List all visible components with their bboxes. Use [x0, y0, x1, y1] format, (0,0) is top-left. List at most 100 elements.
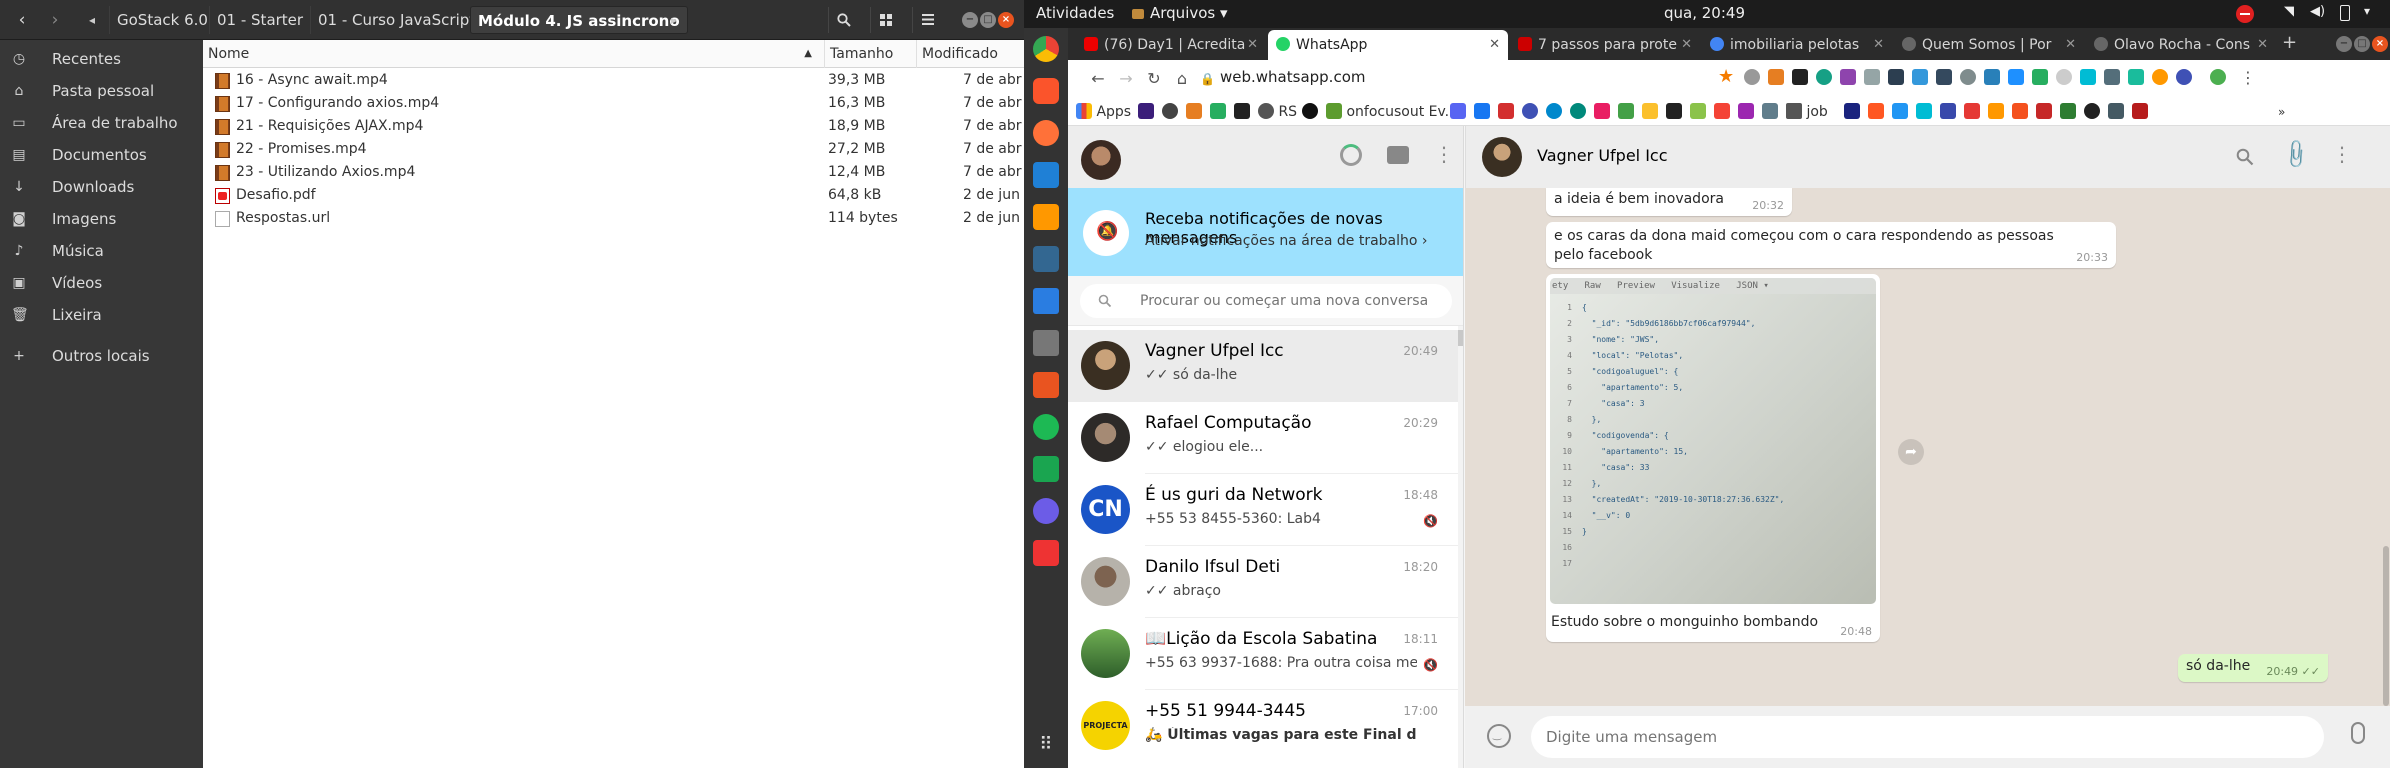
bookmark-item[interactable] [1940, 103, 1956, 121]
bookmark-item[interactable] [1186, 103, 1202, 121]
activities-button[interactable]: Atividades [1036, 4, 1114, 22]
bookmark-item[interactable] [1546, 103, 1562, 121]
address-bar[interactable]: web.whatsapp.com [1220, 68, 1366, 86]
file-row[interactable]: 23 - Utilizando Axios.mp4 12,4 MB 7 de abr [203, 161, 1024, 184]
home-icon[interactable]: ⌂ [1170, 67, 1194, 91]
extension-icon[interactable] [1984, 69, 2000, 85]
battery-icon[interactable] [2340, 5, 2350, 21]
rocket-icon[interactable] [1033, 456, 1059, 482]
search-button[interactable] [828, 7, 858, 33]
column-header-modified[interactable]: Modificado [917, 40, 1024, 68]
sidebar-item-documentos[interactable]: ▤ Documentos [0, 139, 203, 171]
bookmark-item[interactable] [1162, 103, 1178, 121]
status-icon[interactable] [1340, 144, 1362, 166]
extension-icon[interactable] [1840, 69, 1856, 85]
file-row[interactable]: 16 - Async await.mp4 39,3 MB 7 de abr [203, 69, 1024, 92]
browser-maximize-button[interactable]: □ [2354, 36, 2370, 52]
bookmark-onfocusout[interactable]: onfocusout Ev... [1326, 103, 1458, 121]
chrome-icon[interactable] [1033, 36, 1059, 62]
extension-icon[interactable] [1960, 69, 1976, 85]
menu-button[interactable] [912, 7, 942, 33]
my-avatar[interactable] [1081, 140, 1121, 180]
bookmark-item[interactable] [1498, 103, 1514, 121]
minimize-button[interactable]: − [962, 12, 978, 28]
spotify-icon[interactable] [1033, 414, 1059, 440]
volume-icon[interactable]: ◀) [2310, 4, 2325, 19]
bookmark-item[interactable] [1234, 103, 1250, 121]
sidebar-item-pasta-pessoal[interactable]: ⌂ Pasta pessoal [0, 75, 203, 107]
bookmark-item[interactable] [1302, 103, 1318, 121]
contact-name[interactable]: Vagner Ufpel Icc [1537, 146, 1668, 165]
browser-menu-icon[interactable]: ⋮ [2240, 68, 2256, 87]
maximize-button[interactable]: □ [980, 12, 996, 28]
close-tab-icon[interactable]: ✕ [1681, 30, 1692, 60]
search-icon[interactable] [2236, 148, 2254, 166]
file-row[interactable]: Respostas.url 114 bytes 2 de jun [203, 207, 1024, 230]
contact-avatar[interactable] [1482, 137, 1522, 177]
software-icon[interactable] [1033, 372, 1059, 398]
app-icon[interactable] [1033, 540, 1059, 566]
chat-item-rafael[interactable]: Rafael Computação 20:29 ✓✓ elogiou ele..… [1068, 402, 1458, 474]
breadcrumb-curso-javascript[interactable]: 01 - Curso JavaScript [310, 6, 482, 34]
close-button[interactable]: × [998, 12, 1014, 28]
bookmark-item[interactable] [1210, 103, 1226, 121]
breadcrumb-gostack[interactable]: GoStack 6.0 [109, 6, 215, 34]
bookmark-item[interactable] [1594, 103, 1610, 121]
file-row[interactable]: 21 - Requisições AJAX.mp4 18,9 MB 7 de abr [203, 115, 1024, 138]
bookmark-item[interactable] [1916, 103, 1932, 121]
sidebar-item-musica[interactable]: ♪ Música [0, 235, 203, 267]
close-tab-icon[interactable]: ✕ [1489, 30, 1500, 60]
show-apps-icon[interactable]: ⠿ [1035, 734, 1057, 756]
emoji-icon[interactable]: ‿ [1487, 724, 1511, 748]
chat-item-phone[interactable]: PROJECTA +55 51 9944-3445 17:00 🛵 Última… [1068, 690, 1458, 762]
chat-item-danilo[interactable]: Danilo Ifsul Deti 18:20 ✓✓ abraço [1068, 546, 1458, 618]
extension-icon[interactable] [1768, 69, 1784, 85]
bookmark-item[interactable] [1450, 103, 1466, 121]
files-icon[interactable] [1033, 330, 1059, 356]
extension-icon[interactable] [2104, 69, 2120, 85]
writer-icon[interactable] [1033, 288, 1059, 314]
tab-quem-somos[interactable]: Quem Somos | Por ✕ [1894, 30, 2084, 60]
chat-list-scrollbar[interactable] [1458, 326, 1463, 768]
file-row[interactable]: Desafio.pdf 64,8 kB 2 de jun [203, 184, 1024, 207]
search-box[interactable] [1080, 284, 1452, 318]
close-tab-icon[interactable]: ✕ [1873, 30, 1884, 60]
extension-icon[interactable] [2080, 69, 2096, 85]
extension-icon[interactable] [1912, 69, 1928, 85]
search-input[interactable] [1140, 290, 1440, 312]
bookmark-item[interactable] [1474, 103, 1490, 121]
code-screenshot-image[interactable]: ety Raw Preview Visualize JSON ▾ 1{2 "_i… [1550, 278, 1876, 604]
chat-item-vagner[interactable]: Vagner Ufpel Icc 20:49 ✓✓ só da-lhe [1068, 330, 1458, 402]
bookmark-item[interactable] [1868, 103, 1884, 121]
sidebar-item-recentes[interactable]: ◷ Recentes [0, 43, 203, 75]
file-row[interactable]: 22 - Promises.mp4 27,2 MB 7 de abr [203, 138, 1024, 161]
menu-icon[interactable]: ⋮ [2332, 142, 2352, 166]
forward-button[interactable]: › [42, 7, 68, 33]
bookmark-item[interactable] [2108, 103, 2124, 121]
brave-icon[interactable] [1033, 78, 1059, 104]
insomnia-icon[interactable] [1033, 498, 1059, 524]
tab-whatsapp[interactable]: WhatsApp ✕ [1268, 30, 1508, 60]
tab-youtube[interactable]: (76) Day1 | Acredita ✕ [1076, 30, 1266, 60]
bookmark-item[interactable] [1522, 103, 1538, 121]
system-menu-arrow-icon[interactable]: ▾ [2364, 4, 2370, 18]
attach-icon[interactable]: 📎 [2279, 137, 2314, 172]
incoming-message[interactable]: e os caras da dona maid começou com o ca… [1546, 222, 2116, 268]
tab-imobiliaria[interactable]: imobiliaria pelotas ✕ [1702, 30, 1892, 60]
sidebar-item-lixeira[interactable]: 🗑 Lixeira [0, 299, 203, 331]
sidebar-item-videos[interactable]: ▣ Vídeos [0, 267, 203, 299]
bookmark-item[interactable] [1844, 103, 1860, 121]
do-not-disturb-icon[interactable] [2236, 5, 2254, 23]
bookmark-apps[interactable]: Apps [1076, 103, 1131, 121]
postgres-icon[interactable] [1033, 246, 1059, 272]
menu-icon[interactable]: ⋮ [1434, 142, 1454, 166]
sidebar-item-imagens[interactable]: ◙ Imagens [0, 203, 203, 235]
bookmark-rs[interactable]: RS [1258, 103, 1297, 121]
extension-icon[interactable] [2032, 69, 2048, 85]
bookmark-item[interactable] [2012, 103, 2028, 121]
bookmark-item[interactable] [1618, 103, 1634, 121]
clock[interactable]: qua, 20:49 [1664, 4, 1745, 22]
column-header-name[interactable]: Nome ▲ [203, 40, 825, 68]
breadcrumb-left-arrow-icon[interactable]: ◂ [89, 8, 95, 32]
sidebar-item-outros-locais[interactable]: + Outros locais [0, 340, 203, 372]
